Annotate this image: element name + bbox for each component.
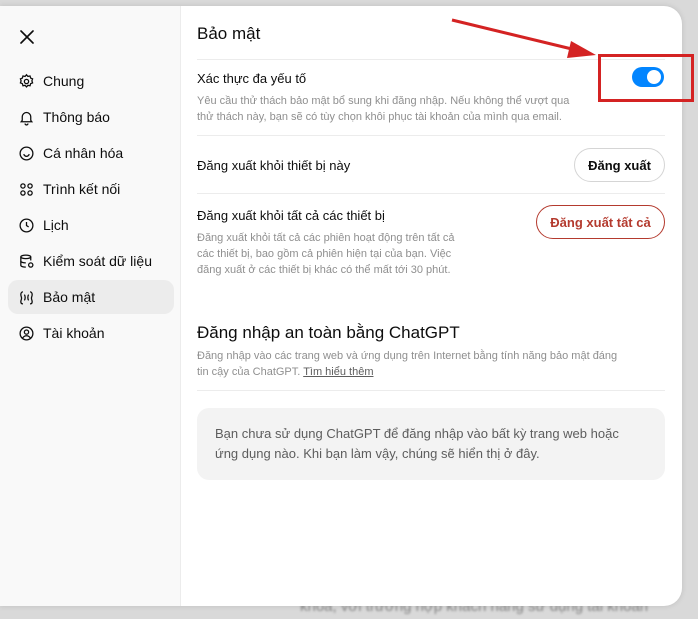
mfa-desc-line: Yêu cầu thử thách bảo mật bổ sung khi đă…: [197, 95, 570, 107]
personalize-icon: [18, 145, 35, 162]
divider: [197, 135, 665, 136]
divider: [197, 390, 665, 391]
secure-login-desc-prefix: tin cậy của ChatGPT.: [197, 366, 304, 378]
sidebar-item-general[interactable]: Chung: [8, 64, 174, 98]
user-icon: [18, 325, 35, 342]
bell-icon: [18, 109, 35, 126]
sidebar-item-label: Trình kết nối: [43, 181, 121, 197]
sidebar-item-label: Thông báo: [43, 109, 110, 125]
sidebar-item-notifications[interactable]: Thông báo: [8, 100, 174, 134]
sidebar-item-label: Kiểm soát dữ liệu: [43, 253, 152, 269]
close-button[interactable]: [16, 26, 38, 48]
connectors-icon: [18, 181, 35, 198]
logout-all-label: Đăng xuất khỏi tất cả các thiết bị: [197, 208, 385, 223]
settings-modal: Chung Thông báo Cá nhân hóa Trình kết nố…: [0, 6, 682, 606]
gear-icon: [18, 73, 35, 90]
sidebar-item-label: Cá nhân hóa: [43, 145, 124, 161]
empty-state-line: ứng dụng nào. Khi bạn làm vậy, chúng sẽ …: [215, 446, 540, 461]
logout-all-desc-line: các thiết bị, bao gồm cả phiên hiện tại …: [197, 248, 452, 260]
learn-more-link[interactable]: Tìm hiểu thêm: [303, 366, 373, 378]
page-title: Bảo mật: [197, 24, 261, 43]
sidebar-item-data-controls[interactable]: Kiểm soát dữ liệu: [8, 244, 174, 278]
database-icon: [18, 253, 35, 270]
secure-login-title: Đăng nhập an toàn bằng ChatGPT: [197, 323, 460, 342]
settings-nav: Chung Thông báo Cá nhân hóa Trình kết nố…: [8, 64, 174, 352]
logout-all-desc-line: đăng xuất ở các thiết bị khác có thể mất…: [197, 264, 451, 276]
sidebar-item-personalization[interactable]: Cá nhân hóa: [8, 136, 174, 170]
logout-all-description: Đăng xuất khỏi tất cả các phiên hoạt độn…: [197, 230, 454, 278]
shield-icon: [18, 289, 35, 306]
empty-state-line: Bạn chưa sử dụng ChatGPT để đăng nhập và…: [215, 426, 619, 441]
secure-login-desc-line: tin cậy của ChatGPT. Tìm hiểu thêm: [197, 364, 617, 380]
sidebar-item-account[interactable]: Tài khoản: [8, 316, 174, 350]
sidebar-item-security[interactable]: Bảo mật: [8, 280, 174, 314]
mfa-description: Yêu cầu thử thách bảo mật bổ sung khi đă…: [197, 93, 569, 125]
sidebar-item-connectors[interactable]: Trình kết nối: [8, 172, 174, 206]
sidebar-item-label: Bảo mật: [43, 289, 96, 305]
logout-all-button[interactable]: Đăng xuất tất cả: [536, 205, 665, 239]
logout-label: Đăng xuất khỏi thiết bị này: [197, 158, 351, 173]
logout-button[interactable]: Đăng xuất: [574, 148, 665, 182]
secure-login-desc-line: Đăng nhập vào các trang web và ứng dụng …: [197, 350, 618, 362]
close-icon: [20, 30, 34, 44]
mfa-label: Xác thực đa yếu tố: [197, 71, 307, 86]
divider: [197, 193, 665, 194]
sidebar-item-schedule[interactable]: Lịch: [8, 208, 174, 242]
sidebar-item-label: Tài khoản: [43, 325, 105, 341]
mfa-desc-line: thử thách này, bạn sẽ có tùy chọn khôi p…: [197, 111, 562, 123]
clock-icon: [18, 217, 35, 234]
sidebar-item-label: Lịch: [43, 217, 69, 233]
annotation-highlight-box: [598, 54, 694, 102]
secure-login-description: Đăng nhập vào các trang web và ứng dụng …: [197, 348, 617, 380]
connected-sites-empty-state: Bạn chưa sử dụng ChatGPT để đăng nhập và…: [197, 408, 665, 480]
logout-all-desc-line: Đăng xuất khỏi tất cả các phiên hoạt độn…: [197, 232, 455, 244]
settings-sidebar: Chung Thông báo Cá nhân hóa Trình kết nố…: [0, 6, 181, 606]
sidebar-item-label: Chung: [43, 73, 85, 89]
divider: [197, 59, 665, 60]
